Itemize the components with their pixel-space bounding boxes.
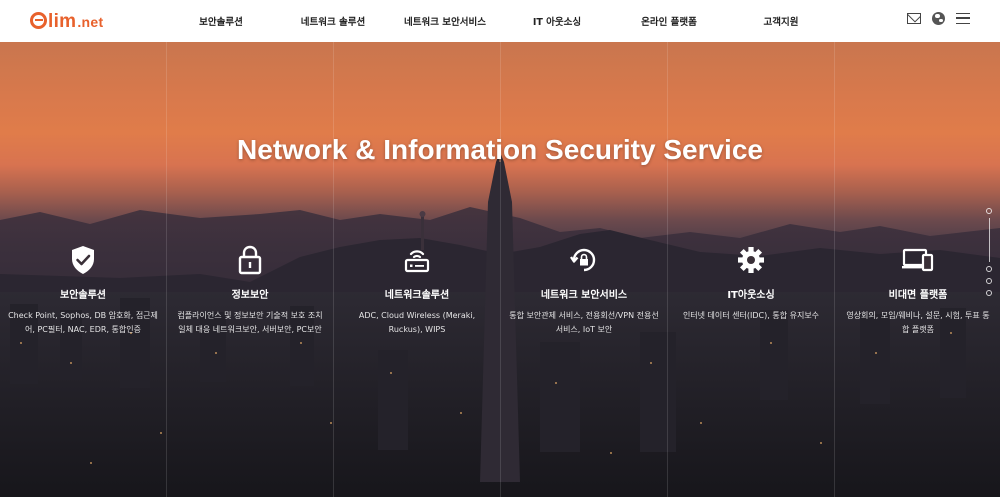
service-title: 정보보안 [231,290,269,301]
service-title: 네트워크 보안서비스 [540,290,628,301]
globe-icon[interactable] [932,12,945,25]
nav-network-solution[interactable]: 네트워크 솔루션 [301,14,366,28]
site-header: lim .net 보안솔루션 네트워크 솔루션 네트워크 보안서비스 IT 아웃… [0,0,1000,42]
nav-security-solution[interactable]: 보안솔루션 [199,14,243,28]
service-title: 보안솔루션 [60,290,106,301]
service-description: 영상회의, 모임/웨비나, 설문, 시험, 투표 통합 플랫폼 [846,311,990,334]
service-description: 컴플라이언스 및 정보보안 기술적 보호 조치 일체 대응 네트워크보안, 서버… [177,311,323,334]
main-nav: 보안솔루션 네트워크 솔루션 네트워크 보안서비스 IT 아웃소싱 온라인 플랫… [0,0,1000,42]
service-security-solution[interactable]: 보안솔루션 Check Point, Sophos, DB 암호화, 접근제어,… [0,242,166,336]
router-icon [334,242,500,278]
nav-network-security-service[interactable]: 네트워크 보안서비스 [404,14,486,28]
header-utilities [907,12,970,25]
service-contactless-platform[interactable]: 비대면 플랫폼 영상회의, 모임/웨비나, 설문, 시험, 투표 통합 플랫폼 [835,242,1000,336]
pagination-active-bar [988,218,990,262]
mail-icon[interactable] [907,13,921,24]
service-network-solution[interactable]: 네트워크솔루션 ADC, Cloud Wireless (Meraki, Ruc… [334,242,500,336]
lock-icon [167,242,333,278]
gear-icon [668,242,834,278]
pagination-dot[interactable] [986,290,992,296]
devices-icon [835,242,1000,278]
hero-headline: Network & Information Security Service [237,134,763,165]
service-description: 인터넷 데이터 센터(IDC), 통합 유지보수 [682,311,820,320]
service-title: 네트워크솔루션 [384,290,450,301]
service-info-security[interactable]: 정보보안 컴플라이언스 및 정보보안 기술적 보호 조치 일체 대응 네트워크보… [167,242,333,336]
service-description: 통합 보안관제 서비스, 전용회선/VPN 전용선 서비스, IoT 보안 [509,311,659,334]
service-description: Check Point, Sophos, DB 암호화, 접근제어, PC필터,… [8,311,158,334]
pagination-dot[interactable] [986,278,992,284]
shield-check-icon [0,242,166,278]
pagination-dot[interactable] [986,266,992,272]
refresh-lock-icon [501,242,667,278]
nav-online-platform[interactable]: 온라인 플랫폼 [641,14,697,28]
service-it-outsourcing[interactable]: IT아웃소싱 인터넷 데이터 센터(IDC), 통합 유지보수 [668,242,834,323]
service-title: IT아웃소싱 [727,290,775,301]
nav-customer-support[interactable]: 고객지원 [764,14,799,28]
service-title: 비대면 플랫폼 [888,290,948,301]
hero-section: Network & Information Security Service 보… [0,42,1000,497]
nav-it-outsourcing[interactable]: IT 아웃소싱 [533,14,581,28]
service-network-security[interactable]: 네트워크 보안서비스 통합 보안관제 서비스, 전용회선/VPN 전용선 서비스… [501,242,667,336]
slide-pagination [986,208,994,302]
menu-icon[interactable] [956,13,970,24]
service-description: ADC, Cloud Wireless (Meraki, Ruckus), WI… [358,311,476,334]
pagination-dot[interactable] [986,208,992,214]
